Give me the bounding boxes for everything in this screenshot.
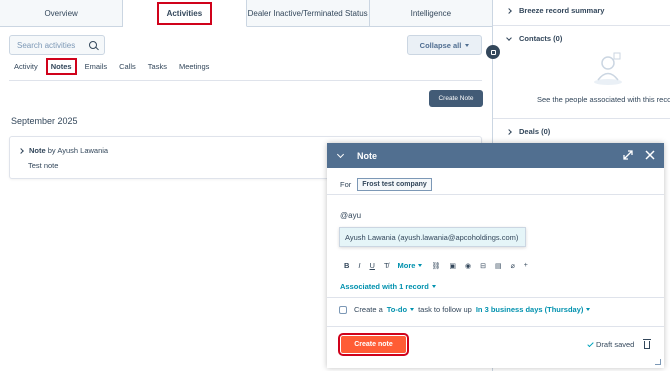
chevron-right-icon xyxy=(506,128,512,135)
create-note-submit-button[interactable]: Create note xyxy=(338,333,409,356)
divider xyxy=(493,25,670,26)
caret-down-icon xyxy=(586,308,591,311)
caret-down-icon xyxy=(465,43,470,47)
tab-overview[interactable]: Overview xyxy=(0,0,124,26)
for-record-chip[interactable]: Frost test company xyxy=(357,178,432,191)
subtab-tasks[interactable]: Tasks xyxy=(148,62,167,71)
tab-dealer-status[interactable]: Dealer Inactive/Terminated Status xyxy=(247,0,370,26)
contacts-empty-text: See the people associated with this reco xyxy=(537,95,670,104)
divider xyxy=(493,118,670,119)
note-for-row: For Frost test company xyxy=(340,178,432,191)
record-tabs: Overview Activities Dealer Inactive/Term… xyxy=(0,0,492,27)
create-note-button[interactable]: Create Note xyxy=(429,90,483,107)
due-date-dropdown[interactable]: In 3 business days (Thursday) xyxy=(476,305,591,314)
video-icon[interactable]: ◉ xyxy=(465,262,471,270)
note-card-body: Test note xyxy=(28,161,59,170)
link-icon[interactable]: ⛓ xyxy=(431,262,440,270)
follow-up-checkbox[interactable] xyxy=(339,305,347,314)
document-icon[interactable]: ▤ xyxy=(495,262,502,270)
subtab-notes[interactable]: Notes xyxy=(45,58,77,75)
note-card-title: Note by Ayush Lawania xyxy=(18,146,108,155)
expand-icon[interactable] xyxy=(623,150,633,160)
panel-icon xyxy=(490,49,496,55)
search-icon xyxy=(89,41,97,49)
note-body-input[interactable]: @ayu xyxy=(340,211,361,220)
task-type-dropdown[interactable]: To-do xyxy=(387,305,415,314)
tab-intelligence[interactable]: Intelligence xyxy=(370,0,492,26)
collapse-all-button[interactable]: Collapse all xyxy=(407,35,482,55)
draft-status: Draft saved xyxy=(587,338,652,349)
sidebar-toggle-button[interactable] xyxy=(486,45,500,59)
search-input[interactable]: Search activities xyxy=(9,35,105,55)
chevron-down-icon[interactable] xyxy=(336,150,345,158)
close-icon[interactable] xyxy=(645,150,655,160)
caret-down-icon xyxy=(410,308,415,311)
month-heading: September 2025 xyxy=(11,116,78,126)
chevron-down-icon xyxy=(506,34,512,41)
resize-handle[interactable] xyxy=(655,359,661,365)
subtab-emails[interactable]: Emails xyxy=(85,62,108,71)
clear-format-button[interactable]: T̸ xyxy=(384,261,389,270)
divider xyxy=(327,326,664,327)
insert-plus-icon[interactable]: + xyxy=(524,262,528,269)
check-icon xyxy=(587,340,594,347)
format-toolbar: B I U T̸ More ⛓ ▣ ◉ ⊟ ▤ ⌀ + xyxy=(344,261,528,270)
bold-button[interactable]: B xyxy=(344,261,349,270)
search-placeholder: Search activities xyxy=(17,40,76,50)
note-editor-panel: Note For Frost test company @ayu Ayush L… xyxy=(327,143,664,368)
contacts-section[interactable]: Contacts (0) xyxy=(506,34,562,43)
chevron-right-icon[interactable] xyxy=(18,148,24,154)
caret-down-icon xyxy=(431,285,436,288)
subtab-meetings[interactable]: Meetings xyxy=(179,62,209,71)
underline-button[interactable]: U xyxy=(370,261,375,270)
tab-activities[interactable]: Activities xyxy=(123,0,247,27)
mention-suggestion-option[interactable]: Ayush Lawania (ayush.lawania@apcoholding… xyxy=(339,227,526,247)
attachment-icon[interactable]: ⌀ xyxy=(511,262,515,270)
trash-icon[interactable] xyxy=(643,338,652,349)
note-title: Note xyxy=(357,150,377,161)
image-icon[interactable]: ▣ xyxy=(449,262,456,270)
activity-subtabs: Activity Notes Emails Calls Tasks Meetin… xyxy=(14,58,209,75)
italic-button[interactable]: I xyxy=(358,261,360,270)
breeze-summary-section[interactable]: Breeze record summary xyxy=(506,6,604,15)
divider xyxy=(9,80,482,81)
subtab-activity[interactable]: Activity xyxy=(14,62,38,71)
snippet-icon[interactable]: ⊟ xyxy=(480,262,486,270)
more-format-button[interactable]: More xyxy=(398,261,423,270)
associations-dropdown[interactable]: Associated with 1 record xyxy=(340,282,436,291)
empty-contacts-illustration-icon xyxy=(594,52,622,85)
chevron-right-icon xyxy=(506,7,512,14)
note-header: Note xyxy=(327,143,664,168)
follow-up-task-row: Create a To-do task to follow up In 3 bu… xyxy=(339,305,591,314)
caret-down-icon xyxy=(418,264,423,267)
deals-section[interactable]: Deals (0) xyxy=(506,127,550,136)
subtab-calls[interactable]: Calls xyxy=(119,62,136,71)
divider xyxy=(327,194,664,195)
divider xyxy=(327,297,664,298)
